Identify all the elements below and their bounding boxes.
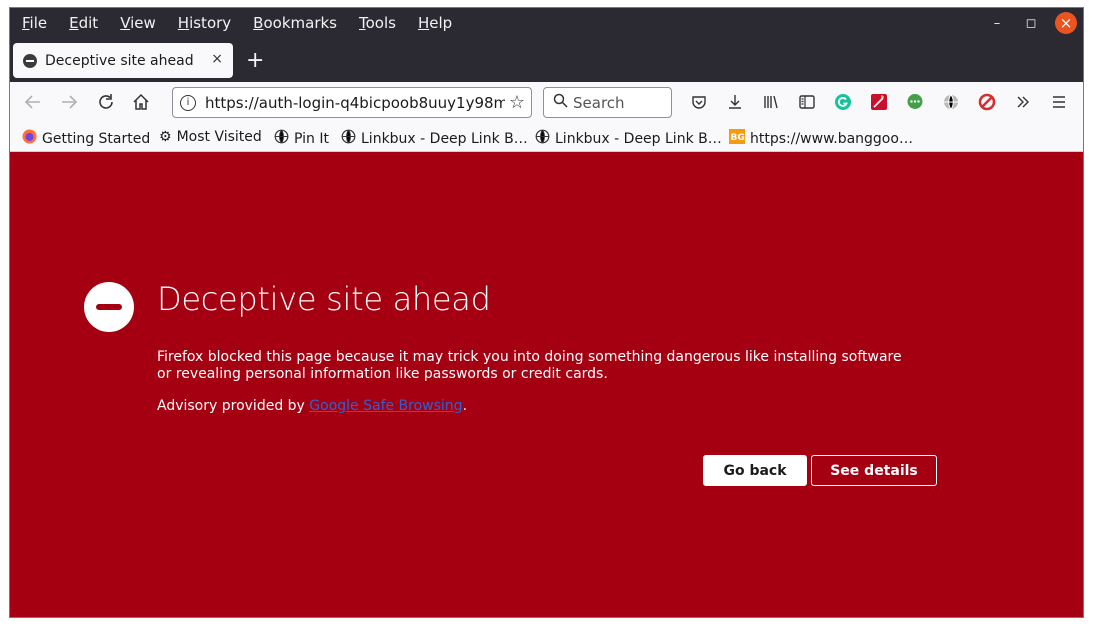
bookmark-label: Most Visited bbox=[176, 129, 262, 145]
bookmark-pin-it[interactable]: Pin It bbox=[274, 129, 329, 148]
advisory-text: Advisory provided by Google Safe Browsin… bbox=[157, 398, 467, 414]
tab-title: Deceptive site ahead bbox=[45, 52, 194, 69]
tab-close-icon[interactable]: × bbox=[211, 51, 223, 67]
page-title: Deceptive site ahead bbox=[157, 280, 491, 318]
url-text[interactable]: https://auth-login-q4bicpoob8uuy1y98mrt bbox=[205, 94, 505, 112]
download-icon[interactable] bbox=[726, 90, 744, 114]
overflow-chevron-icon[interactable] bbox=[1014, 90, 1032, 114]
menu-help[interactable]: Help bbox=[418, 14, 452, 32]
blocked-icon bbox=[84, 282, 134, 332]
bookmark-label: https://www.banggoo… bbox=[750, 130, 913, 147]
bookmark-banggood[interactable]: BG https://www.banggoo… bbox=[729, 129, 913, 148]
title-bar: File Edit View History Bookmarks Tools H… bbox=[10, 8, 1083, 82]
bookmark-label: Linkbux - Deep Link B… bbox=[555, 130, 722, 147]
bookmark-label: Pin It bbox=[294, 130, 329, 147]
gear-icon: ⚙ bbox=[159, 129, 172, 145]
globe-icon bbox=[274, 129, 289, 148]
library-icon[interactable] bbox=[762, 90, 780, 114]
close-window-button[interactable]: × bbox=[1055, 12, 1077, 34]
hamburger-menu-icon[interactable] bbox=[1050, 90, 1068, 114]
menu-bookmarks[interactable]: Bookmarks bbox=[253, 14, 337, 32]
tab-active[interactable]: Deceptive site ahead × bbox=[13, 43, 233, 78]
pocket-icon[interactable] bbox=[690, 90, 708, 114]
bookmark-linkbux-1[interactable]: Linkbux - Deep Link B… bbox=[341, 129, 528, 148]
menu-file[interactable]: File bbox=[22, 14, 47, 32]
url-bar[interactable]: i https://auth-login-q4bicpoob8uuy1y98mr… bbox=[172, 87, 532, 118]
window-controls: – ◻ × bbox=[977, 12, 1077, 34]
bookmark-most-visited[interactable]: ⚙ Most Visited bbox=[159, 129, 262, 145]
menu-edit[interactable]: Edit bbox=[69, 14, 98, 32]
menu-history[interactable]: History bbox=[178, 14, 231, 32]
go-back-button[interactable]: Go back bbox=[703, 455, 807, 486]
firefox-icon bbox=[22, 129, 37, 148]
bookmark-label: Getting Started bbox=[42, 130, 151, 147]
bookmark-label: Linkbux - Deep Link B… bbox=[361, 130, 528, 147]
browser-window: File Edit View History Bookmarks Tools H… bbox=[9, 7, 1084, 618]
maximize-button[interactable]: ◻ bbox=[1017, 12, 1045, 34]
grammarly-icon[interactable] bbox=[834, 90, 852, 114]
menu-view[interactable]: View bbox=[120, 14, 156, 32]
search-icon bbox=[553, 93, 568, 112]
info-icon[interactable]: i bbox=[180, 94, 196, 111]
deceptive-site-warning: Deceptive site ahead Firefox blocked thi… bbox=[10, 152, 1083, 617]
globe-icon bbox=[535, 129, 550, 148]
new-tab-button[interactable]: + bbox=[246, 48, 264, 74]
menu-tools[interactable]: Tools bbox=[359, 14, 396, 32]
google-safe-browsing-link[interactable]: Google Safe Browsing bbox=[309, 398, 462, 414]
chat-icon[interactable] bbox=[906, 90, 924, 114]
bookmark-linkbux-2[interactable]: Linkbux - Deep Link B… bbox=[535, 129, 722, 148]
blocked-icon bbox=[23, 53, 37, 68]
advisory-suffix: . bbox=[462, 398, 468, 414]
navigation-toolbar: i https://auth-login-q4bicpoob8uuy1y98mr… bbox=[10, 82, 1083, 124]
search-input[interactable]: Search bbox=[543, 87, 672, 118]
forward-arrow-icon[interactable] bbox=[60, 90, 78, 114]
menu-bar: File Edit View History Bookmarks Tools H… bbox=[10, 8, 453, 38]
bookmark-getting-started[interactable]: Getting Started bbox=[22, 129, 150, 148]
block-icon[interactable] bbox=[978, 90, 996, 114]
globe-icon bbox=[341, 129, 356, 148]
search-placeholder: Search bbox=[573, 93, 625, 112]
svg-text:BG: BG bbox=[731, 133, 745, 143]
star-icon[interactable]: ☆ bbox=[509, 92, 525, 113]
see-details-button[interactable]: See details bbox=[811, 455, 937, 486]
warning-description: Firefox blocked this page because it may… bbox=[157, 349, 902, 382]
home-icon[interactable] bbox=[132, 90, 150, 114]
back-arrow-icon[interactable] bbox=[24, 90, 42, 114]
magic-wand-icon[interactable] bbox=[870, 90, 888, 114]
minimize-button[interactable]: – bbox=[983, 12, 1011, 34]
bookmarks-toolbar: Getting Started ⚙ Most Visited Pin It Li… bbox=[10, 124, 1083, 152]
advisory-prefix: Advisory provided by bbox=[157, 398, 310, 414]
banggood-icon: BG bbox=[729, 129, 745, 148]
reload-icon[interactable] bbox=[97, 90, 115, 114]
sidebar-icon[interactable] bbox=[798, 90, 816, 114]
globe-extension-icon[interactable] bbox=[942, 90, 960, 114]
